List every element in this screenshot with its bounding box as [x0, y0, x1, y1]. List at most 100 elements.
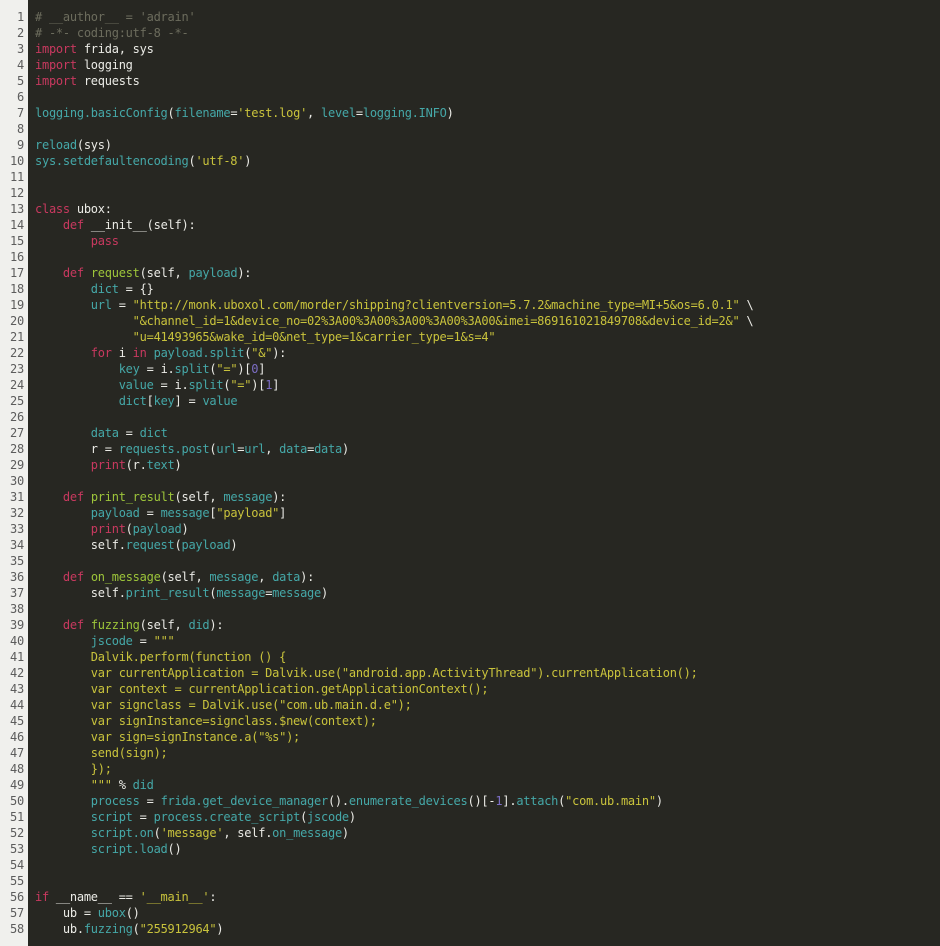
line-number: 45 — [10, 714, 24, 728]
code-line: def print_result(self, message): — [35, 489, 940, 505]
line-number: 8 — [17, 122, 24, 136]
code-content[interactable]: # __author__ = 'adrain' # -*- coding:utf-… — [28, 0, 940, 946]
line-number: 21 — [10, 330, 24, 344]
code-token-keyword: def — [62, 570, 84, 584]
line-number: 18 — [10, 282, 24, 296]
code-token-default: ( — [132, 922, 140, 936]
line-number-gutter: 1 2 3 4 5 6 7 8 9 10 11 12 13 14 15 16 17 18 19 20 21 22 23 24 2… — [0, 0, 28, 946]
code-line: value = i.split("=")[1] — [35, 377, 940, 393]
code-token-name: data — [272, 570, 301, 584]
code-token-name: frida.get_device_manager — [160, 794, 329, 808]
code-token-default: () — [125, 906, 140, 920]
code-token-default: ()[- — [467, 794, 496, 808]
code-line: "&channel_id=1&device_no=02%3A00%3A00%3A… — [35, 313, 940, 329]
code-token-default — [35, 634, 91, 648]
code-token-default — [35, 394, 119, 408]
code-token-default: ] — [279, 506, 287, 520]
line-number: 58 — [10, 922, 24, 936]
code-line: print(r.text) — [35, 457, 940, 473]
code-line: # -*- coding:utf-8 -*- — [35, 25, 940, 41]
code-token-default: , — [307, 106, 321, 120]
code-token-default: ): — [300, 570, 315, 584]
code-line: var context = currentApplication.getAppl… — [35, 681, 940, 697]
code-token-name: key — [118, 362, 140, 376]
code-token-default — [35, 314, 133, 328]
code-token-name: process.create_script — [153, 810, 301, 824]
line-number: 1 — [17, 10, 24, 24]
code-line: script.load() — [35, 841, 940, 857]
code-token-default — [35, 522, 91, 536]
line-number: 46 — [10, 730, 24, 744]
line-number: 53 — [10, 842, 24, 856]
code-token-default: __name__ == — [48, 890, 140, 904]
code-line: Dalvik.perform(function () { — [35, 649, 940, 665]
line-number: 36 — [10, 570, 24, 584]
code-token-default: ) — [174, 458, 182, 472]
code-token-default — [35, 842, 91, 856]
line-number: 27 — [10, 426, 24, 440]
line-number: 37 — [10, 586, 24, 600]
code-token-keyword: def — [62, 266, 84, 280]
line-number: 22 — [10, 346, 24, 360]
code-token-name: message — [160, 506, 210, 520]
code-token-function: fuzzing — [90, 618, 140, 632]
code-token-default — [35, 346, 91, 360]
code-line: payload = message["payload"] — [35, 505, 940, 521]
code-line: jscode = """ — [35, 633, 940, 649]
code-editor: 1 2 3 4 5 6 7 8 9 10 11 12 13 14 15 16 17 18 19 20 21 22 23 24 2… — [0, 0, 940, 946]
code-token-default: = — [132, 634, 154, 648]
code-token-default: : — [209, 890, 217, 904]
code-token-name: enumerate_devices — [348, 794, 468, 808]
code-token-name: url — [244, 442, 266, 456]
code-token-keyword: import — [35, 58, 77, 72]
code-line: self.request(payload) — [35, 537, 940, 553]
code-token-string: var currentApplication = Dalvik.use("and… — [35, 666, 698, 680]
code-token-function: print_result — [90, 490, 175, 504]
code-token-default — [35, 458, 91, 472]
code-token-name: value — [202, 394, 238, 408]
code-token-default: ) — [348, 810, 356, 824]
code-token-default: ( — [300, 810, 308, 824]
code-token-default — [35, 490, 63, 504]
code-token-default — [35, 362, 119, 376]
code-token-default: ) — [244, 154, 252, 168]
line-number: 12 — [10, 186, 24, 200]
code-token-string: "=" — [230, 378, 252, 392]
code-token-name: process — [90, 794, 140, 808]
code-token-name: payload — [188, 266, 238, 280]
line-number: 20 — [10, 314, 24, 328]
line-number: 43 — [10, 682, 24, 696]
code-line: self.print_result(message=message) — [35, 585, 940, 601]
code-line: send(sign); — [35, 745, 940, 761]
code-token-keyword: def — [62, 218, 84, 232]
code-line: import requests — [35, 73, 940, 89]
code-token-name: requests.post — [118, 442, 210, 456]
code-line: """ % did — [35, 777, 940, 793]
code-token-default — [35, 234, 91, 248]
line-number: 38 — [10, 602, 24, 616]
code-token-name: payload — [181, 538, 231, 552]
code-token-string: """ — [90, 778, 112, 792]
code-token-name: payload — [90, 506, 140, 520]
code-line: url = "http://monk.uboxol.com/morder/shi… — [35, 297, 940, 313]
code-token-keyword: pass — [90, 234, 119, 248]
code-token-default: (self, — [139, 266, 189, 280]
code-token-default: ub. — [35, 922, 84, 936]
code-token-name: data — [90, 426, 119, 440]
code-token-default: ) — [181, 522, 189, 536]
code-token-name: split — [174, 362, 210, 376]
code-token-default — [35, 826, 91, 840]
code-token-comment: # __author__ = 'adrain' — [35, 10, 196, 24]
line-number: 25 — [10, 394, 24, 408]
code-token-name: on_message — [272, 826, 342, 840]
code-token-name: text — [146, 458, 175, 472]
code-token-name: url — [216, 442, 238, 456]
code-token-default: % — [111, 778, 133, 792]
code-token-keyword: def — [62, 490, 84, 504]
code-line: ub = ubox() — [35, 905, 940, 921]
